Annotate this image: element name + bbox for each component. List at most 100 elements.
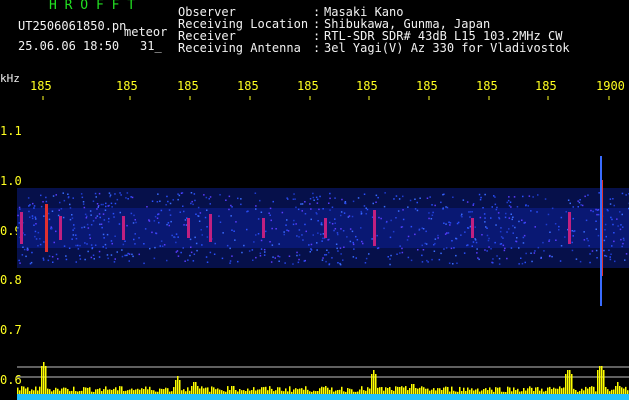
noise-speckle (98, 192, 101, 195)
noise-speckle (177, 193, 179, 195)
activity-bar (519, 391, 521, 394)
noise-speckle (575, 258, 578, 260)
noise-speckle (219, 194, 221, 196)
noise-speckle (62, 216, 65, 219)
noise-speckle (309, 251, 311, 253)
activity-bar (545, 390, 547, 394)
noise-speckle (281, 211, 284, 214)
noise-speckle (613, 240, 615, 243)
x-tick-marks (42, 96, 610, 100)
noise-speckle (241, 251, 243, 254)
activity-bar (101, 391, 103, 394)
noise-speckle (75, 234, 77, 236)
noise-speckle (180, 251, 182, 254)
noise-speckle (414, 198, 416, 200)
noise-speckle (77, 248, 80, 250)
noise-speckle (206, 226, 208, 228)
noise-speckle (321, 223, 323, 226)
noise-speckle (366, 208, 369, 211)
noise-speckle (95, 217, 97, 219)
noise-speckle (483, 213, 486, 215)
noise-speckle (357, 197, 360, 199)
noise-speckle (334, 197, 336, 199)
activity-bar (329, 389, 331, 394)
activity-bar (299, 388, 301, 394)
noise-speckle (116, 251, 118, 253)
noise-speckle (275, 228, 277, 230)
noise-speckle (315, 196, 318, 199)
activity-bar (67, 389, 69, 394)
noise-speckle (23, 248, 26, 251)
noise-speckle (472, 204, 474, 206)
activity-bar (469, 389, 471, 394)
noise-speckle (50, 228, 53, 230)
noise-speckle (547, 213, 550, 216)
noise-speckle (329, 197, 331, 200)
noise-speckle (81, 196, 84, 199)
noise-speckle (598, 192, 600, 194)
noise-speckle (309, 198, 312, 200)
activity-bar (627, 390, 629, 394)
noise-speckle (320, 233, 322, 236)
noise-speckle (471, 245, 473, 247)
noise-speckle (472, 203, 475, 205)
noise-speckle (393, 198, 395, 200)
noise-speckle (107, 221, 110, 223)
activity-bar (347, 388, 349, 394)
noise-speckle (416, 201, 418, 204)
noise-speckle (298, 258, 300, 261)
noise-speckle (364, 262, 367, 264)
noise-speckle (416, 209, 419, 212)
noise-speckle (47, 212, 50, 215)
activity-bar (57, 388, 59, 394)
noise-speckle (22, 246, 24, 248)
noise-speckle (255, 256, 257, 259)
activity-bar (507, 386, 509, 394)
noise-speckle (192, 260, 195, 262)
activity-bar (625, 386, 627, 394)
activity-bar (83, 387, 85, 394)
date-time: 25.06.06 18:50 (18, 39, 120, 53)
activity-bar (605, 386, 607, 394)
activity-bar (245, 391, 247, 394)
noise-speckle (104, 209, 107, 211)
noise-speckle (346, 236, 348, 238)
noise-speckle (377, 196, 379, 199)
noise-speckle (158, 221, 160, 224)
activity-bar (525, 390, 527, 394)
noise-speckle (625, 253, 628, 255)
noise-speckle (184, 219, 187, 221)
noise-speckle (622, 237, 625, 240)
noise-speckle (71, 214, 73, 216)
noise-speckle (518, 263, 520, 265)
activity-bar (23, 386, 25, 394)
noise-speckle (443, 248, 445, 250)
noise-speckle (579, 260, 582, 263)
noise-speckle (577, 200, 579, 202)
noise-speckle (363, 193, 366, 195)
activity-bar (515, 390, 517, 394)
noise-speckle (86, 243, 88, 245)
activity-bar (395, 386, 397, 394)
noise-speckle (421, 254, 423, 257)
activity-bar (49, 389, 51, 394)
noise-speckle (365, 207, 367, 209)
noise-speckle (255, 234, 257, 236)
noise-speckle (320, 222, 323, 224)
noise-speckle (402, 209, 404, 211)
x-tick-label: 185 (356, 79, 378, 93)
activity-bar (133, 390, 135, 394)
activity-bar (511, 391, 513, 394)
activity-bar (473, 390, 475, 394)
noise-speckle (52, 195, 55, 197)
activity-bar (235, 390, 237, 394)
noise-speckle (596, 213, 598, 216)
noise-speckle (90, 224, 93, 226)
noise-speckle (126, 192, 129, 194)
noise-speckle (151, 200, 154, 202)
activity-bar (483, 389, 485, 394)
noise-speckle (197, 215, 200, 217)
noise-speckle (351, 230, 354, 233)
activity-bar (553, 387, 555, 394)
activity-bar (587, 388, 589, 394)
